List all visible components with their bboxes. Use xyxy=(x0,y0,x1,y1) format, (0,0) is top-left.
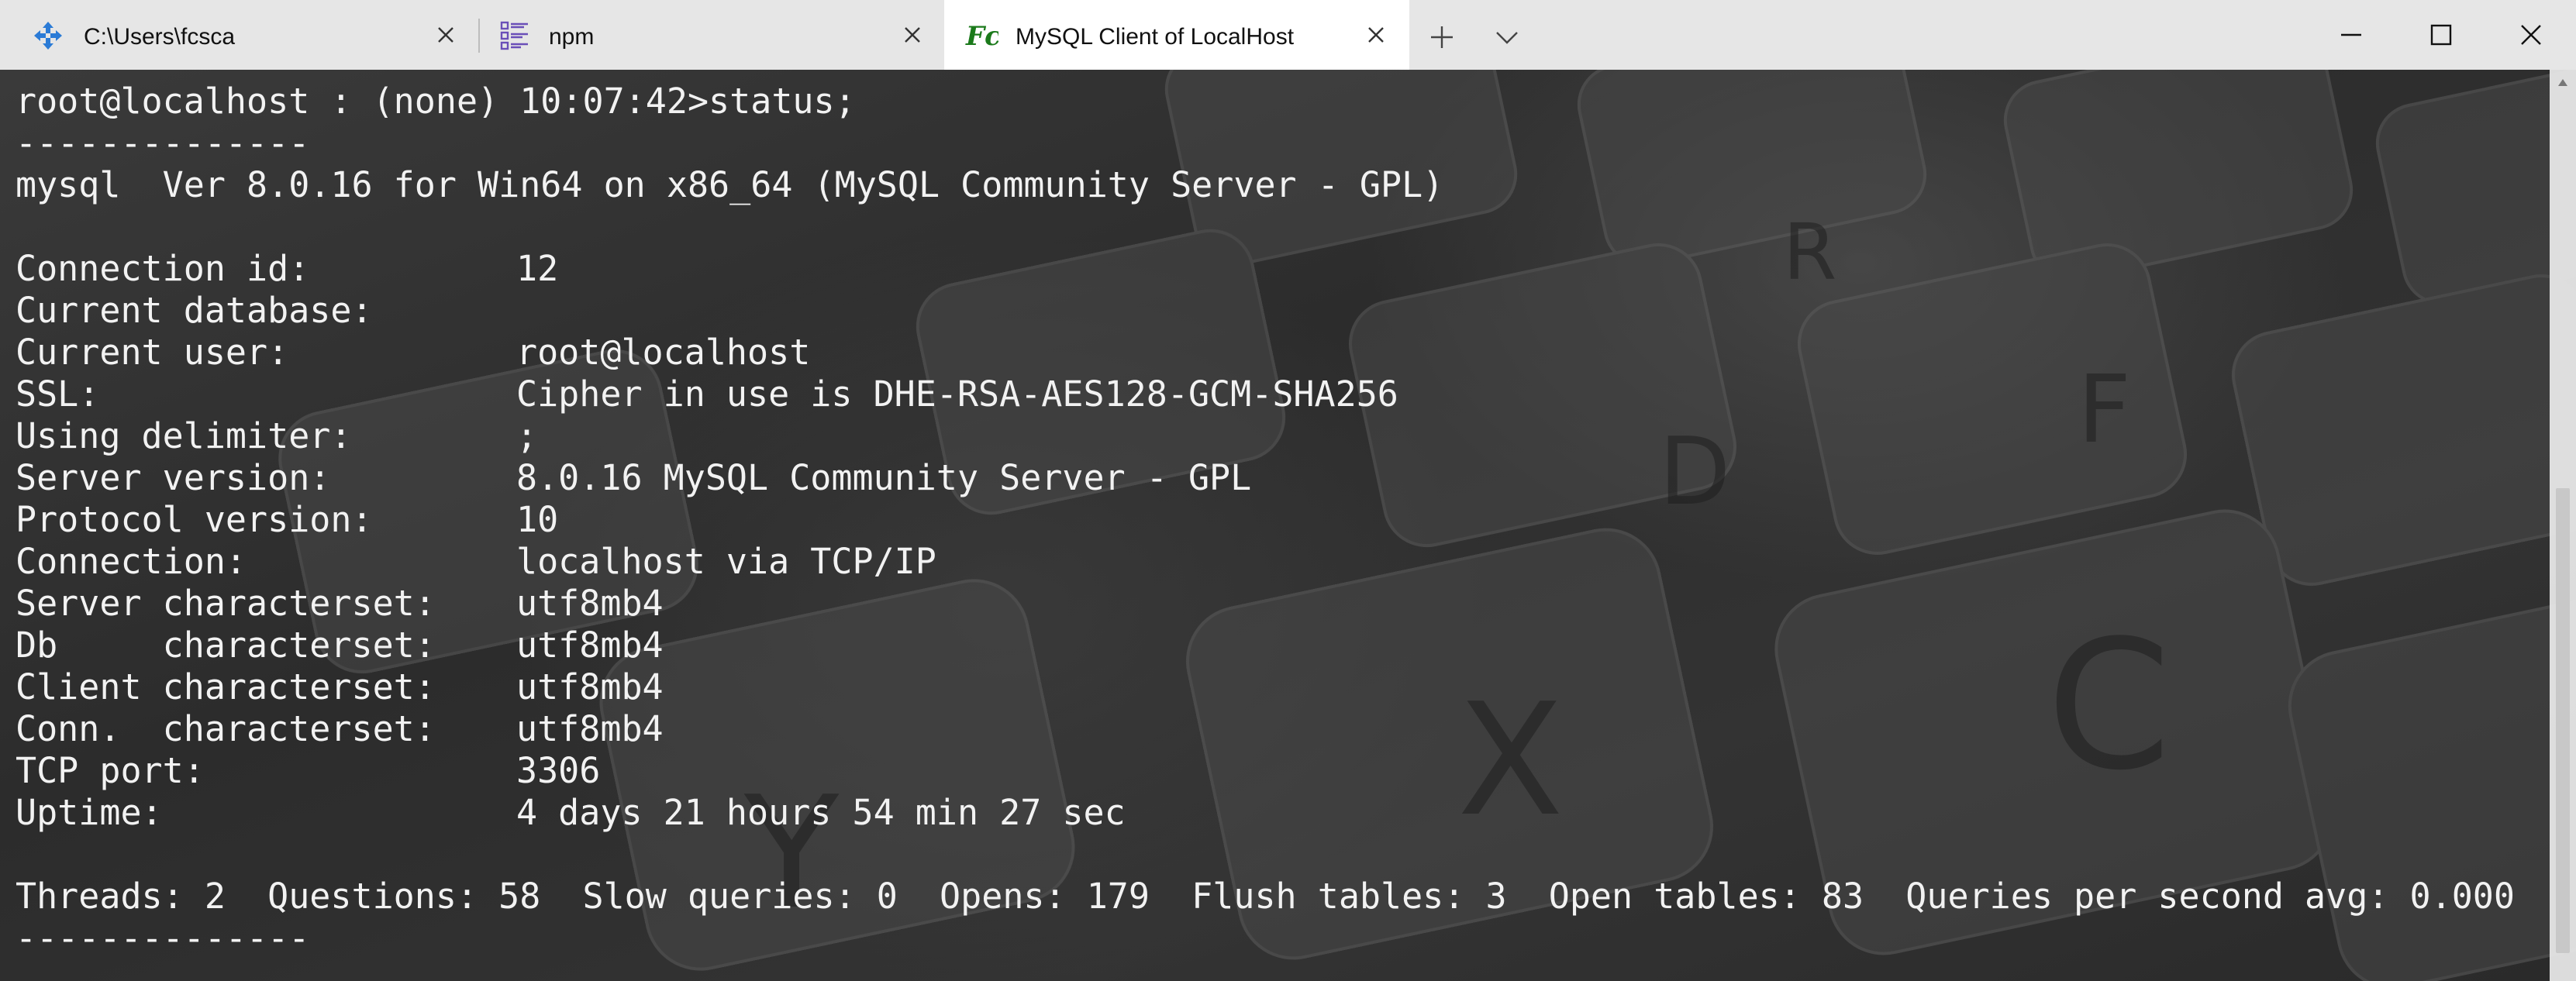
scroll-up-icon[interactable] xyxy=(2550,70,2576,96)
status-key: Conn. characterset: xyxy=(16,708,436,749)
close-window-button[interactable] xyxy=(2488,0,2574,70)
status-row: Current user: root@localhost xyxy=(16,332,2515,373)
plus-icon xyxy=(1431,26,1453,48)
status-key: Client characterset: xyxy=(16,666,436,707)
tab-label: MySQL Client of LocalHost xyxy=(1016,24,1295,50)
minimize-icon xyxy=(2341,33,2361,36)
status-key: Server version: xyxy=(16,457,331,498)
tab-npm[interactable]: npm xyxy=(474,0,946,70)
tab-label: npm xyxy=(549,24,595,50)
status-row: Client characterset: utf8mb4 xyxy=(16,666,2515,708)
status-row: Connection: localhost via TCP/IP xyxy=(16,541,2515,583)
status-key: Server characterset: xyxy=(16,583,436,624)
tab-mysql-client[interactable]: Fc MySQL Client of LocalHost xyxy=(944,0,1409,70)
version-line: mysql Ver 8.0.16 for Win64 on x86_64 (My… xyxy=(16,164,1444,205)
status-row: Server characterset: utf8mb4 xyxy=(16,583,2515,625)
tab-dropdown-button[interactable] xyxy=(1484,15,1530,59)
status-value: 10 xyxy=(516,499,559,540)
status-key: TCP port: xyxy=(16,750,205,791)
separator-line: -------------- xyxy=(16,917,310,959)
status-key: SSL: xyxy=(16,373,100,415)
close-icon xyxy=(2521,25,2541,45)
vertical-scrollbar[interactable] xyxy=(2550,70,2576,981)
status-key: Protocol version: xyxy=(16,499,373,540)
status-row: TCP port: 3306 xyxy=(16,750,2515,792)
status-row: Current database: xyxy=(16,290,2515,332)
status-value: root@localhost xyxy=(516,332,811,373)
close-tab-icon[interactable] xyxy=(434,23,457,46)
separator-line: -------------- xyxy=(16,122,310,164)
status-value: utf8mb4 xyxy=(516,708,664,749)
close-tab-icon[interactable] xyxy=(901,23,924,46)
move-arrows-icon xyxy=(31,20,65,51)
status-value: Cipher in use is DHE-RSA-AES128-GCM-SHA2… xyxy=(516,373,1398,415)
status-key: Using delimiter: xyxy=(16,415,352,456)
status-row: Uptime: 4 days 21 hours 54 min 27 sec xyxy=(16,792,2515,834)
status-row: Connection id: 12 xyxy=(16,248,2515,290)
fc-logo-icon: Fc xyxy=(964,20,998,51)
command-prompt: root@localhost : (none) 10:07:42>status; xyxy=(16,81,856,122)
status-value: 3306 xyxy=(516,750,601,791)
terminal-pane[interactable]: D F X C Y R root@localhost : (none) 10:0… xyxy=(0,70,2576,981)
title-bar: C:\Users\fcsca npm Fc MySQL Client of Lo… xyxy=(0,0,2576,70)
scroll-thumb[interactable] xyxy=(2556,488,2570,953)
status-row: Protocol version: 10 xyxy=(16,499,2515,541)
status-value: 8.0.16 MySQL Community Server - GPL xyxy=(516,457,1252,498)
status-value: ; xyxy=(516,415,538,456)
minimize-button[interactable] xyxy=(2308,0,2395,70)
terminal-output: root@localhost : (none) 10:07:42>status;… xyxy=(16,81,2515,959)
status-key: Connection: xyxy=(16,541,247,582)
status-value: 4 days 21 hours 54 min 27 sec xyxy=(516,792,1126,833)
status-key: Uptime: xyxy=(16,792,163,833)
status-row: Using delimiter:; xyxy=(16,415,2515,457)
status-row: SSL: Cipher in use is DHE-RSA-AES128-GCM-… xyxy=(16,373,2515,415)
status-row: Conn. characterset: utf8mb4 xyxy=(16,708,2515,750)
status-value: localhost via TCP/IP xyxy=(516,541,936,582)
chevron-down-icon xyxy=(1496,32,1518,44)
status-value: utf8mb4 xyxy=(516,625,664,666)
tab-label: C:\Users\fcsca xyxy=(84,24,236,50)
status-row: Server version: 8.0.16 MySQL Community Se… xyxy=(16,457,2515,499)
status-row: Db characterset: utf8mb4 xyxy=(16,625,2515,666)
list-icon xyxy=(498,20,532,51)
maximize-button[interactable] xyxy=(2398,0,2485,70)
status-value: utf8mb4 xyxy=(516,666,664,707)
status-key: Db characterset: xyxy=(16,625,436,666)
status-value: 12 xyxy=(516,248,559,289)
close-tab-icon[interactable] xyxy=(1364,23,1388,46)
new-tab-button[interactable] xyxy=(1419,15,1465,59)
svg-text:Fc: Fc xyxy=(965,21,998,51)
status-key: Current database: xyxy=(16,290,373,331)
status-key: Connection id: xyxy=(16,248,310,289)
status-value: utf8mb4 xyxy=(516,583,664,624)
maximize-icon xyxy=(2430,24,2452,46)
summary-line: Threads: 2 Questions: 58 Slow queries: 0… xyxy=(16,876,2515,917)
status-key: Current user: xyxy=(16,332,289,373)
tab-cmd[interactable]: C:\Users\fcsca xyxy=(0,0,471,70)
